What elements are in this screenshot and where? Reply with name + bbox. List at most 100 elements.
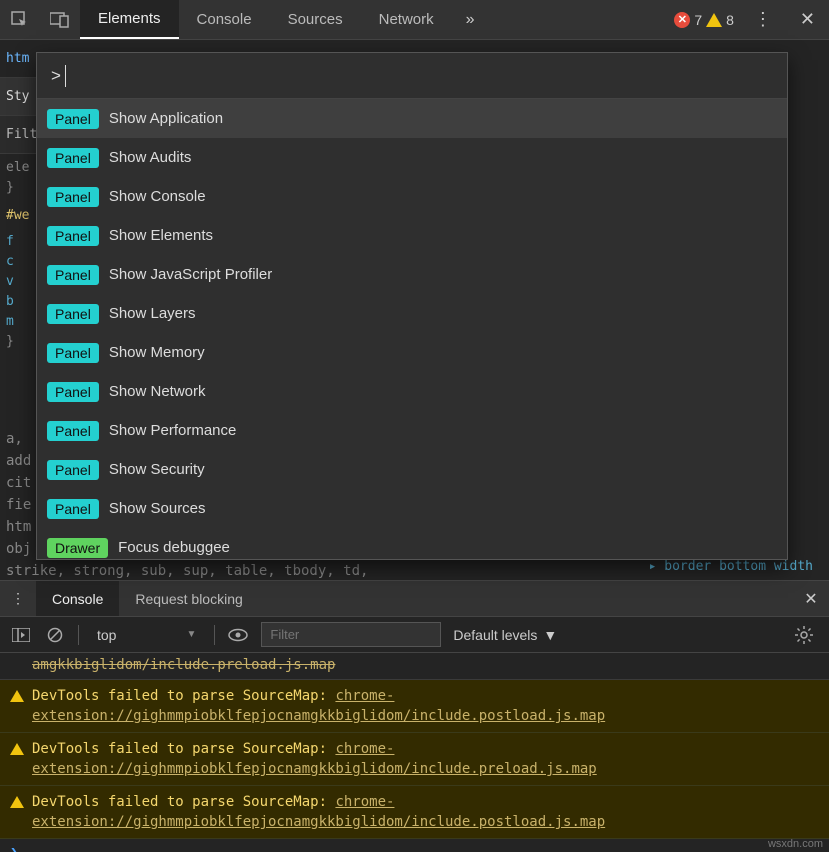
command-label: Show Audits	[109, 149, 192, 166]
close-icon: ✕	[800, 9, 815, 30]
command-item[interactable]: Panel Show Layers	[37, 294, 787, 333]
command-label: Focus debuggee	[118, 539, 230, 556]
tab-sources[interactable]: Sources	[270, 0, 361, 39]
command-label: Show Layers	[109, 305, 196, 322]
tab-label: Console	[197, 11, 252, 28]
kebab-icon: ⋮	[754, 9, 772, 30]
chevron-right-double-icon: »	[466, 11, 475, 29]
console-warning-row: amgkkbiglidom/include.preload.js.map	[0, 653, 829, 680]
drawer-tab-request-blocking[interactable]: Request blocking	[119, 581, 258, 616]
command-label: Show Performance	[109, 422, 237, 439]
panel-pill: Panel	[47, 382, 99, 402]
context-label: top	[97, 627, 116, 643]
drawer-pill: Drawer	[47, 538, 108, 558]
filter-input[interactable]	[261, 622, 441, 647]
log-levels-selector[interactable]: Default levels ▼	[453, 627, 557, 643]
live-expression-icon[interactable]	[227, 624, 249, 646]
tab-label: Request blocking	[135, 591, 242, 607]
prompt-glyph: >	[51, 66, 61, 86]
panel-pill: Panel	[47, 265, 99, 285]
console-sidebar-toggle-icon[interactable]	[10, 624, 32, 646]
command-label: Show Memory	[109, 344, 205, 361]
divider	[214, 625, 215, 645]
tab-elements[interactable]: Elements	[80, 0, 179, 39]
close-devtools-button[interactable]: ✕	[786, 0, 829, 39]
source-watermark: wsxdn.com	[768, 838, 823, 850]
warning-count: 8	[726, 12, 734, 28]
command-label: Show Console	[109, 188, 206, 205]
spacer	[489, 0, 669, 39]
tab-console[interactable]: Console	[179, 0, 270, 39]
panel-pill: Panel	[47, 109, 99, 129]
command-item[interactable]: Panel Show Elements	[37, 216, 787, 255]
panel-pill: Panel	[47, 421, 99, 441]
tab-label: Sources	[288, 11, 343, 28]
settings-menu-button[interactable]: ⋮	[740, 0, 786, 39]
warning-icon	[10, 796, 24, 808]
warning-icon	[706, 13, 722, 27]
sourcemap-link[interactable]: amgkkbiglidom/include.preload.js.map	[32, 657, 335, 673]
devtools-top-bar: Elements Console Sources Network » ✕ 7 8…	[0, 0, 829, 40]
command-label: Show Elements	[109, 227, 213, 244]
console-toolbar: top ▼ Default levels ▼	[0, 617, 829, 653]
command-menu: > PanelShow ApplicationPanelShow AuditsP…	[36, 52, 788, 560]
console-warning-row: DevTools failed to parse SourceMap: chro…	[0, 680, 829, 733]
command-label: Show JavaScript Profiler	[109, 266, 272, 283]
kebab-icon: ⋮	[11, 590, 25, 607]
command-label: Show Security	[109, 461, 205, 478]
drawer: ⋮ Console Request blocking ✕ top ▼ Defau…	[0, 580, 829, 852]
divider	[78, 625, 79, 645]
tab-network[interactable]: Network	[361, 0, 452, 39]
more-tabs-button[interactable]: »	[452, 0, 489, 39]
chevron-down-icon: ▼	[186, 629, 196, 640]
clear-console-icon[interactable]	[44, 624, 66, 646]
execution-context-selector[interactable]: top ▼	[91, 625, 202, 645]
console-message-text: DevTools failed to parse SourceMap: chro…	[32, 739, 819, 779]
tab-label: Console	[52, 591, 103, 607]
command-label: Show Application	[109, 110, 223, 127]
panel-pill: Panel	[47, 343, 99, 363]
device-toolbar-icon[interactable]	[40, 0, 80, 39]
console-message-text: amgkkbiglidom/include.preload.js.map	[32, 655, 335, 675]
command-label: Show Sources	[109, 500, 206, 517]
command-item[interactable]: Panel Show Performance	[37, 411, 787, 450]
panel-pill: Panel	[47, 499, 99, 519]
issue-counter[interactable]: ✕ 7 8	[668, 0, 740, 39]
tab-label: Network	[379, 11, 434, 28]
command-item[interactable]: Panel Show Security	[37, 450, 787, 489]
panel-pill: Panel	[47, 187, 99, 207]
drawer-tabs: ⋮ Console Request blocking ✕	[0, 581, 829, 617]
console-warning-row: DevTools failed to parse SourceMap: chro…	[0, 786, 829, 839]
inspect-element-icon[interactable]	[0, 0, 40, 39]
console-warning-row: DevTools failed to parse SourceMap: chro…	[0, 733, 829, 786]
panel-pill: Panel	[47, 460, 99, 480]
console-filter-field[interactable]	[261, 622, 441, 647]
panel-pill: Panel	[47, 226, 99, 246]
close-icon: ✕	[804, 589, 817, 609]
drawer-menu-button[interactable]: ⋮	[0, 581, 36, 616]
console-message-text: DevTools failed to parse SourceMap: chro…	[32, 792, 819, 832]
command-input-row[interactable]: >	[37, 53, 787, 99]
command-item[interactable]: PanelShow Network	[37, 372, 787, 411]
tab-label: Elements	[98, 10, 161, 27]
chevron-down-icon: ▼	[543, 627, 557, 643]
panel-pill: Panel	[47, 148, 99, 168]
command-item[interactable]: Panel Show Sources	[37, 489, 787, 528]
command-item[interactable]: Panel Show Console	[37, 177, 787, 216]
warning-icon	[10, 690, 24, 702]
console-prompt[interactable]: ❯	[0, 839, 829, 852]
error-icon: ✕	[674, 12, 690, 28]
error-count: 7	[694, 12, 702, 28]
console-settings-icon[interactable]	[795, 626, 813, 644]
command-item[interactable]: Panel Show JavaScript Profiler	[37, 255, 787, 294]
command-item[interactable]: Panel Show Application	[37, 99, 787, 138]
command-item[interactable]: Drawer Focus debuggee	[37, 528, 787, 559]
command-item[interactable]: Panel Show Memory	[37, 333, 787, 372]
drawer-close-button[interactable]: ✕	[793, 581, 829, 616]
drawer-tab-console[interactable]: Console	[36, 581, 119, 616]
command-item[interactable]: Panel Show Audits	[37, 138, 787, 177]
panel-pill: Panel	[47, 304, 99, 324]
warning-icon	[10, 743, 24, 755]
levels-label: Default levels	[453, 627, 537, 643]
console-messages: amgkkbiglidom/include.preload.js.map DevT…	[0, 653, 829, 852]
